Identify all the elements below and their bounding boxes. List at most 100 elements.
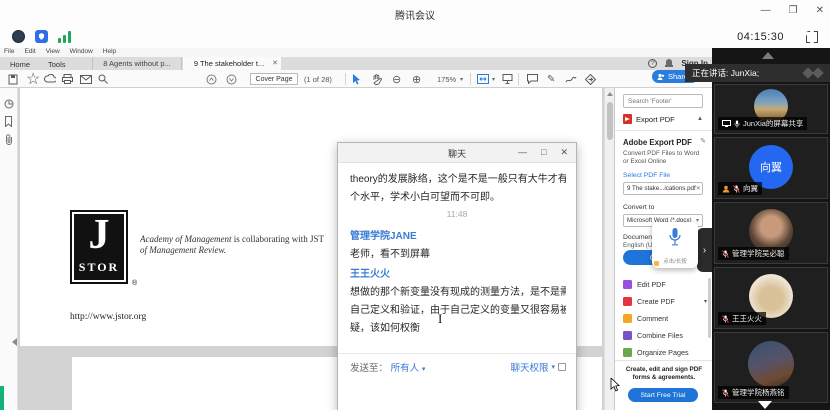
comment-icon[interactable] (527, 72, 538, 86)
app-circle-icon[interactable] (12, 30, 25, 43)
fit-caret-icon[interactable]: ▾ (492, 72, 495, 86)
doc-tab-stakeholder[interactable]: 9 The stakeholder t... ✕ (183, 57, 281, 70)
mouse-cursor (610, 378, 620, 392)
meeting-timer: 04:15:30 (737, 31, 784, 43)
start-free-trial-button[interactable]: Start Free Trial (628, 388, 698, 402)
next-view-icon[interactable] (226, 72, 237, 86)
panel-search-input[interactable] (623, 94, 703, 108)
export-pdf-header[interactable]: Export PDF ▲ (623, 114, 703, 124)
star-icon[interactable]: ☆ (26, 72, 40, 86)
chat-sender-name: 管理学院JANE (350, 227, 417, 242)
expand-sidebar-handle[interactable]: › (697, 228, 712, 272)
chevron-down-icon[interactable]: ▾ (551, 363, 555, 371)
display-mode-icon[interactable] (502, 72, 513, 86)
people-icon (657, 73, 665, 81)
collaboration-text: Academy of Management is collaborating w… (140, 234, 370, 256)
print-icon[interactable] (62, 72, 73, 86)
screen: 腾讯会议 — ❐ ✕ 04:15:30 File Edit View Windo… (0, 0, 830, 410)
menu-help[interactable]: Help (103, 48, 116, 57)
remove-file-icon[interactable]: ✕ (696, 185, 701, 192)
comment-tool[interactable]: Comment (623, 312, 707, 325)
document-scrollbar[interactable] (604, 88, 614, 410)
find-icon[interactable] (98, 72, 108, 86)
panel-scrollbar[interactable] (708, 278, 711, 338)
adobe-export-title: Adobe Export PDF (623, 138, 692, 147)
notifications-icon[interactable] (665, 59, 673, 68)
stats-bars-icon[interactable] (58, 31, 72, 43)
share-border-fragment (0, 386, 4, 410)
chevron-down-icon[interactable]: ▾ (704, 298, 707, 305)
organize-pages-tool[interactable]: Organize Pages (623, 346, 707, 359)
scrollbar-thumb[interactable] (607, 102, 613, 140)
shield-icon[interactable] (35, 30, 48, 43)
chat-maximize-icon[interactable]: □ (541, 147, 546, 158)
scroll-down-icon[interactable] (758, 401, 772, 409)
fill-sign-icon[interactable] (565, 72, 577, 86)
push-to-talk-overlay[interactable]: 点击/长按 (652, 222, 698, 268)
save-icon[interactable] (8, 72, 18, 86)
page-number-input[interactable] (250, 73, 298, 85)
zoom-level[interactable]: 175% (437, 75, 456, 84)
thumbnails-icon[interactable] (4, 96, 14, 114)
comment-tool-icon (623, 314, 632, 323)
organize-pages-icon (623, 348, 632, 357)
hand-tool-icon[interactable] (372, 72, 382, 86)
chat-minimize-icon[interactable]: — (518, 147, 527, 158)
send-track-icon[interactable] (585, 72, 596, 86)
participant-tile[interactable]: 管理学院杨燕铭 (714, 332, 828, 403)
edit-pdf-tool[interactable]: Edit PDF (623, 278, 707, 291)
tab-close-icon[interactable]: ✕ (272, 57, 278, 70)
chat-sender-name: 王王火火 (350, 265, 390, 280)
chat-message-line: 想做的那个新变量没有现成的测量方法，是不是需要 (350, 283, 566, 298)
doc-tab-agents[interactable]: 8 Agents without p... (92, 57, 182, 70)
select-tool-icon[interactable] (352, 72, 361, 86)
speaking-banner: 正在讲话: JunXia; (685, 64, 830, 82)
convert-to-label: Convert to (623, 204, 654, 211)
chat-permission-button[interactable]: 聊天权限 (510, 360, 548, 374)
zoom-out-icon[interactable]: ⊖ (392, 72, 401, 86)
menu-view[interactable]: View (46, 48, 60, 57)
collapse-rail-icon[interactable] (12, 338, 17, 346)
chevron-down-icon[interactable]: ▾ (422, 366, 426, 373)
zoom-in-icon[interactable]: ⊕ (412, 72, 421, 86)
participants-sidebar: JunXia的屏幕共享 向翼 向翼 管理学院吴必聪 王王火火 (712, 48, 830, 410)
fullscreen-icon[interactable] (806, 31, 818, 43)
create-pdf-tool[interactable]: Create PDF ▾ (623, 295, 707, 308)
fit-width-icon[interactable] (477, 72, 489, 86)
screen-share-icon (722, 120, 731, 127)
menu-file[interactable]: File (4, 48, 14, 57)
chat-titlebar[interactable]: 聊天 — □ ✕ (338, 143, 576, 163)
participant-tile[interactable]: 向翼 向翼 (714, 137, 828, 199)
scroll-up-icon[interactable] (607, 92, 613, 96)
selected-file-box[interactable]: 9 The stake...ications.pdf ✕ (623, 182, 703, 195)
tab-tools[interactable]: Tools (48, 60, 66, 69)
send-to-select[interactable]: 所有人 (391, 363, 420, 374)
mail-icon[interactable] (80, 72, 92, 86)
collapse-panel-icon[interactable] (762, 52, 774, 59)
participant-name: 管理学院吴必聪 (732, 248, 785, 259)
tab-home[interactable]: Home (10, 60, 30, 69)
menu-edit[interactable]: Edit (24, 48, 35, 57)
participant-tile[interactable]: 王王火火 (714, 267, 828, 329)
cloud-upload-icon[interactable] (44, 72, 56, 86)
previous-view-icon[interactable] (206, 72, 217, 86)
participant-tile[interactable]: JunXia的屏幕共享 (714, 84, 828, 134)
minimize-icon[interactable]: — (761, 5, 771, 16)
chevron-up-icon[interactable]: ▲ (697, 116, 703, 122)
participant-tile[interactable]: 管理学院吴必聪 (714, 202, 828, 264)
combine-files-tool[interactable]: Combine Files (623, 329, 707, 342)
attachments-icon[interactable] (4, 132, 14, 150)
help-icon[interactable]: ? (648, 59, 657, 68)
bookmarks-icon[interactable] (4, 114, 13, 132)
acrobat-toolbar: ☆ (1 of 28) ⊖ ⊕ 175% ▾ ▾ ✎ (0, 70, 712, 88)
maximize-icon[interactable]: ❐ (789, 5, 798, 16)
menu-window[interactable]: Window (70, 48, 93, 57)
zoom-caret-icon[interactable]: ▾ (460, 72, 463, 86)
chat-close-icon[interactable]: ✕ (560, 147, 568, 158)
popout-icon[interactable] (558, 363, 566, 371)
pencil-icon[interactable]: ✎ (547, 72, 555, 86)
mic-muted-icon (722, 315, 729, 323)
send-to-label: 发送至： (350, 363, 388, 374)
close-icon[interactable]: ✕ (816, 5, 824, 16)
participant-name: 王王火火 (732, 313, 762, 324)
